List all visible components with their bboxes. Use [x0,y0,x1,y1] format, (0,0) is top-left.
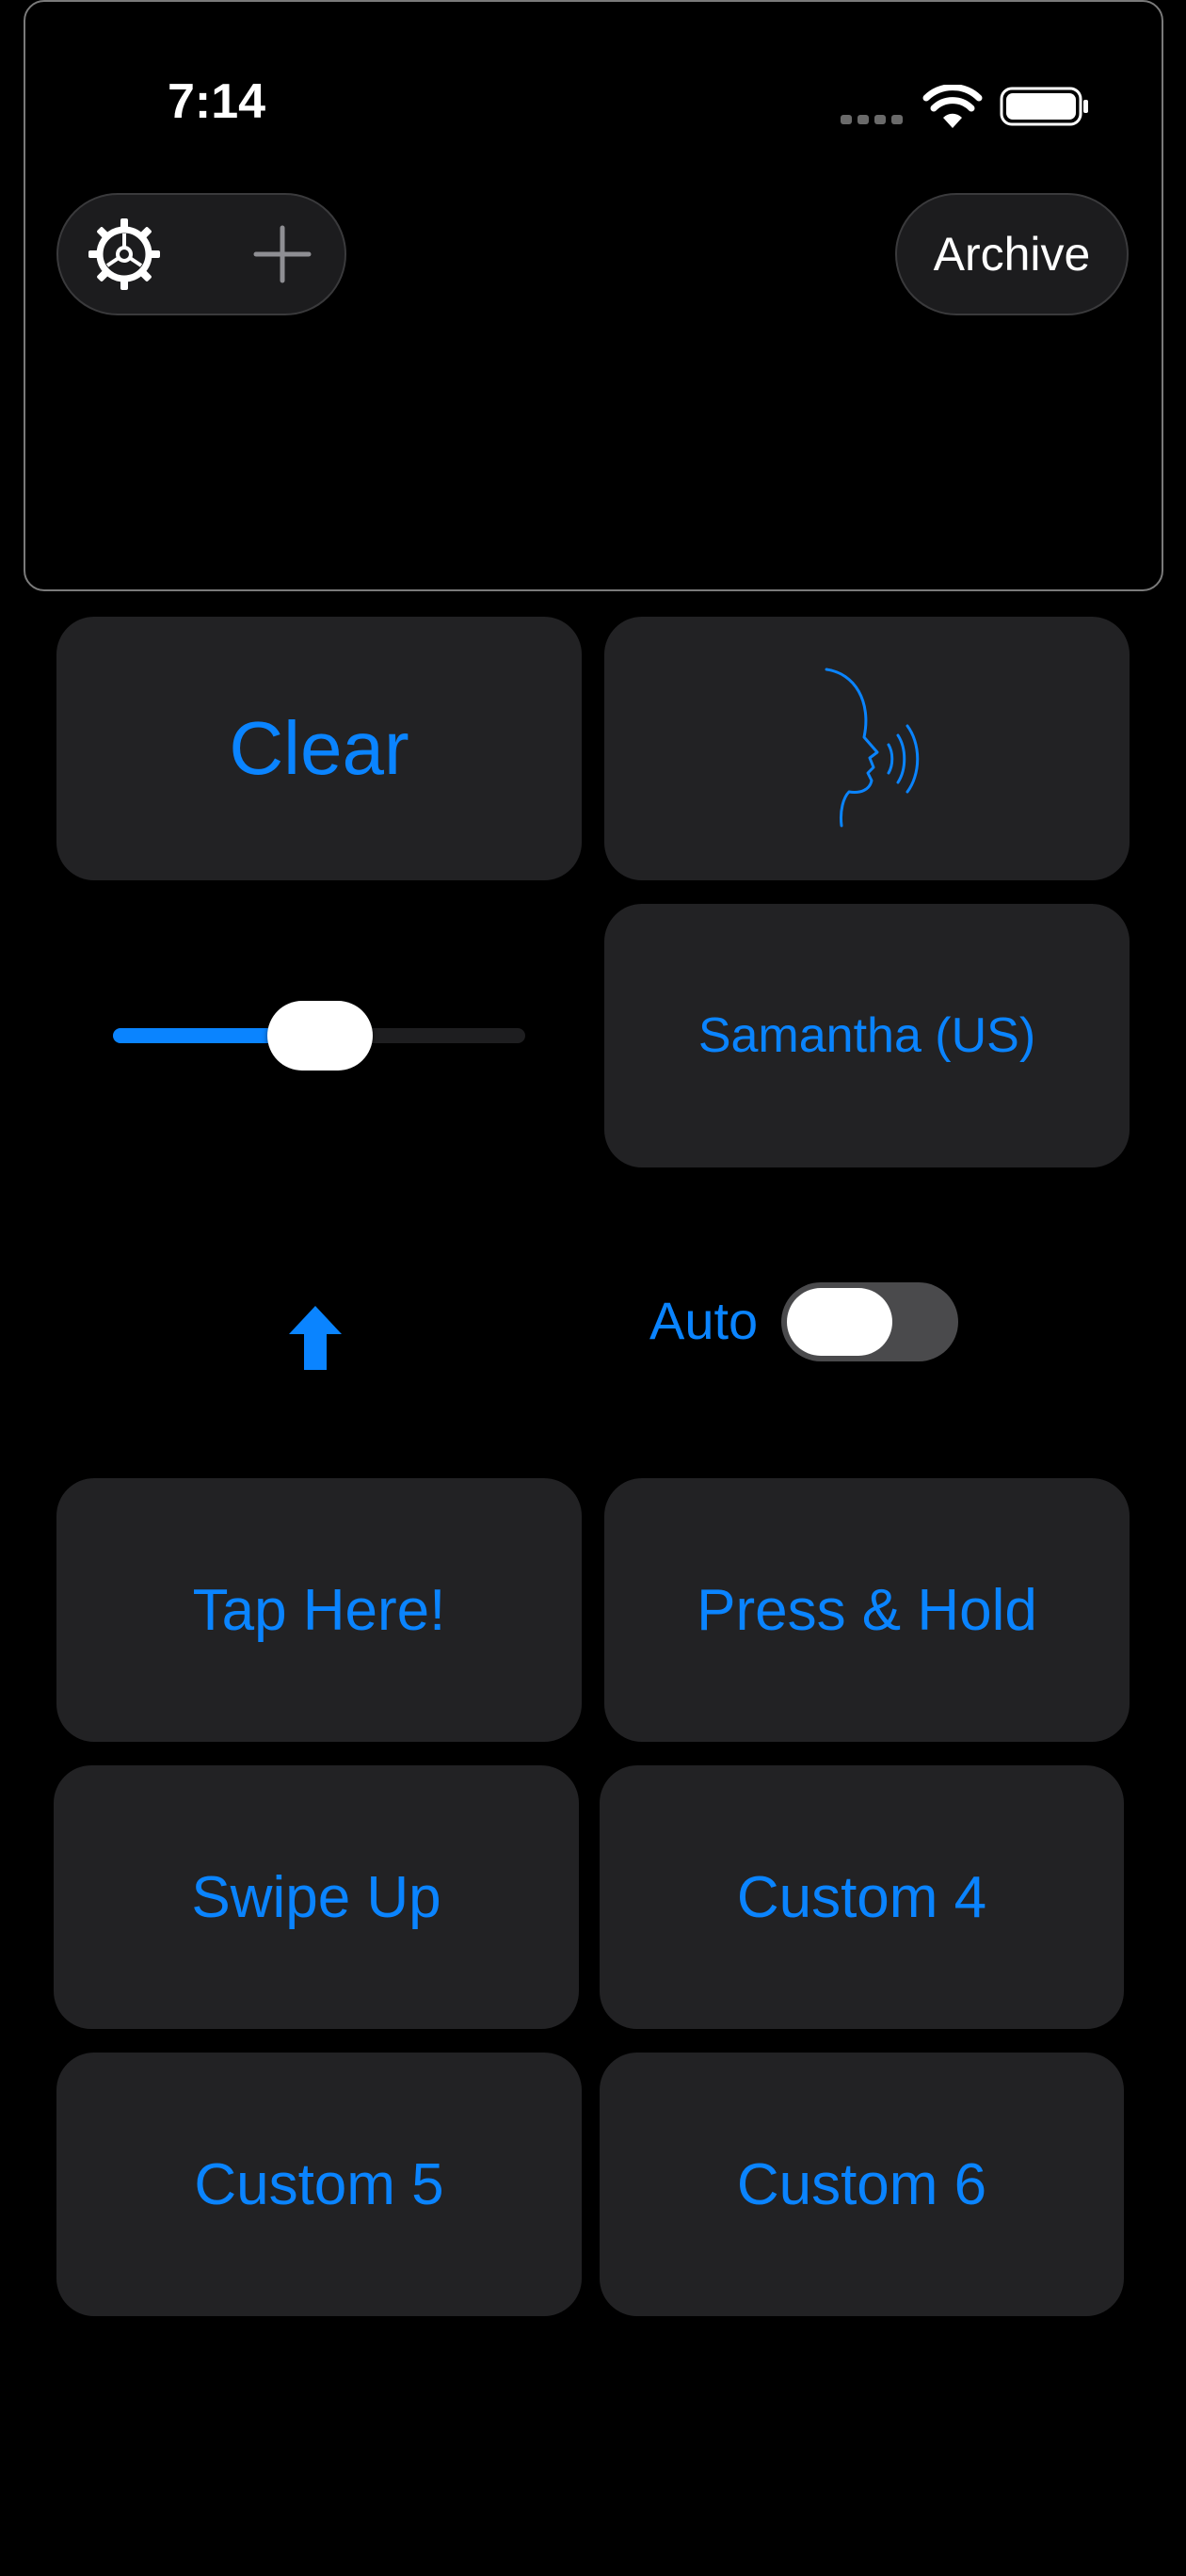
phrase-button-custom-5[interactable]: Custom 5 [56,2053,582,2316]
phrase-button-custom-6[interactable]: Custom 6 [600,2053,1124,2316]
rate-slider-thumb[interactable] [267,1001,373,1071]
auto-label: Auto [649,1291,759,1350]
battery-icon [1000,87,1088,126]
status-time: 7:14 [168,74,266,129]
clear-button[interactable]: Clear [56,617,582,880]
phrase-button-press-hold[interactable]: Press & Hold [604,1478,1130,1742]
auto-toggle-knob[interactable] [787,1288,892,1356]
phrase-button-swipe-up[interactable]: Swipe Up [54,1765,579,2029]
plus-icon[interactable] [247,218,318,290]
signal-dots-icon [841,115,908,124]
gear-icon[interactable] [85,215,164,294]
speaking-head-icon [825,668,920,828]
archive-button[interactable]: Archive [895,193,1129,315]
speak-button[interactable] [604,617,1130,880]
phrase-button-custom-4[interactable]: Custom 4 [600,1765,1124,2029]
phrase-button-tap-here[interactable]: Tap Here! [56,1478,582,1742]
wifi-icon [922,85,983,128]
arrow-up-icon[interactable] [287,1304,344,1372]
voice-select-button[interactable]: Samantha (US) [604,904,1130,1167]
